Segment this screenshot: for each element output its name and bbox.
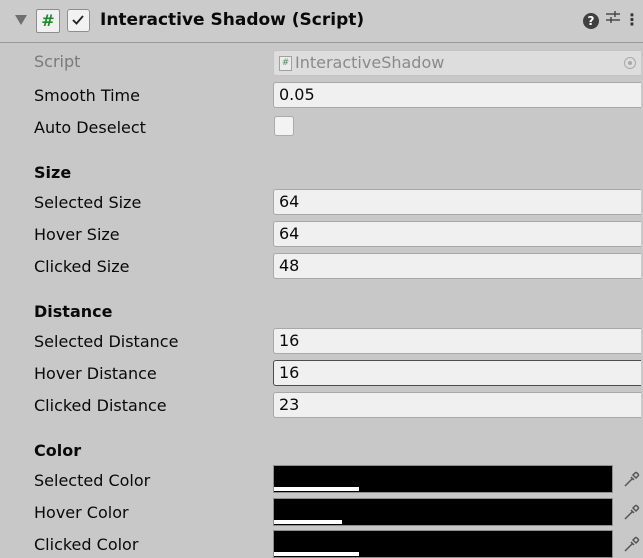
foldout-arrow-icon[interactable] <box>15 15 27 25</box>
selected-size-label: Selected Size <box>34 193 142 212</box>
eyedropper-icon[interactable] <box>621 503 641 523</box>
kebab-menu-icon[interactable]: ⋮ <box>624 9 640 31</box>
hover-size-input[interactable]: 64 <box>273 221 641 247</box>
auto-deselect-label: Auto Deselect <box>34 118 146 137</box>
clicked-distance-label: Clicked Distance <box>34 396 167 415</box>
distance-section-header: Distance <box>34 302 113 321</box>
eyedropper-icon[interactable] <box>621 470 641 490</box>
help-icon[interactable]: ? <box>583 9 599 31</box>
selected-distance-label: Selected Distance <box>34 332 179 351</box>
color-section-header: Color <box>34 441 82 460</box>
selected-size-input[interactable]: 64 <box>273 189 641 215</box>
clicked-color-alpha-bar <box>274 552 359 556</box>
hover-distance-input[interactable]: 16 <box>273 360 641 386</box>
script-field: # InteractiveShadow <box>273 50 641 76</box>
hover-size-label: Hover Size <box>34 225 120 244</box>
size-section-header: Size <box>34 163 72 182</box>
component-enabled-checkbox[interactable] <box>67 9 90 32</box>
script-label: Script <box>34 52 81 71</box>
hover-color-label: Hover Color <box>34 503 129 522</box>
script-value: InteractiveShadow <box>295 53 445 72</box>
selected-distance-input[interactable]: 16 <box>273 328 641 354</box>
selected-color-alpha-bar <box>274 487 359 491</box>
hover-color-swatch[interactable] <box>273 498 613 526</box>
selected-color-label: Selected Color <box>34 471 151 490</box>
script-icon: # <box>36 9 60 33</box>
checkmark-icon <box>72 15 84 25</box>
eyedropper-icon[interactable] <box>621 535 641 555</box>
component-title: Interactive Shadow (Script) <box>100 10 365 30</box>
clicked-size-label: Clicked Size <box>34 257 130 276</box>
object-picker-icon[interactable] <box>624 57 636 69</box>
clicked-distance-input[interactable]: 23 <box>273 392 641 418</box>
clicked-color-label: Clicked Color <box>34 535 139 554</box>
hover-color-alpha-bar <box>274 520 342 524</box>
presets-icon[interactable] <box>604 9 622 31</box>
component-header: # Interactive Shadow (Script) ? ⋮ <box>0 0 643 43</box>
smooth-time-label: Smooth Time <box>34 86 140 105</box>
clicked-color-swatch[interactable] <box>273 530 613 558</box>
auto-deselect-checkbox[interactable] <box>274 116 294 136</box>
smooth-time-input[interactable]: 0.05 <box>273 82 641 108</box>
script-file-icon: # <box>279 56 292 71</box>
clicked-size-input[interactable]: 48 <box>273 253 641 279</box>
hover-distance-label: Hover Distance <box>34 364 157 383</box>
selected-color-swatch[interactable] <box>273 465 613 493</box>
